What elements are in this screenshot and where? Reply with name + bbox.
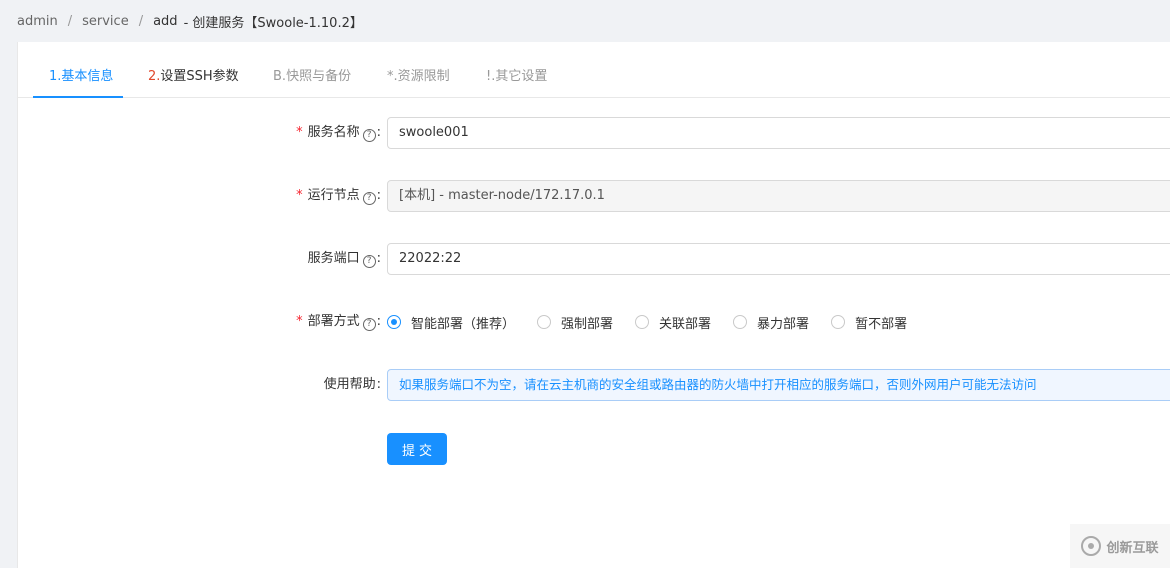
radio-no-deploy[interactable]: 暂不部署 [831,313,907,332]
radio-label: 智能部署（推荐） [411,316,516,332]
help-label: 使用帮助: [324,369,381,401]
tab-number: 1. [49,69,62,84]
radio-force-deploy[interactable]: 强制部署 [537,313,613,332]
tab-number: !. [486,69,496,84]
radio-circle[interactable] [387,315,401,329]
radio-label: 关联部署 [659,316,712,332]
label-colon: : [376,314,381,329]
breadcrumb-add: add [153,13,178,29]
form-row-run-node: * 运行节点?: [本机] - master-node/172.17.0.1 [18,180,1170,212]
radio-label: 强制部署 [561,316,614,332]
breadcrumb-separator: / [138,13,144,29]
breadcrumb-service[interactable]: service [82,14,129,29]
service-name-input[interactable]: swoole001 [387,117,1170,149]
radio-circle[interactable] [537,315,552,329]
page-title: - 创建服务【Swoole-1.10.2】 [183,15,363,31]
tab-other-settings[interactable]: !.其它设置 [470,42,563,98]
tab-snapshot-backup[interactable]: B.快照与备份 [257,42,367,98]
help-alert: 如果服务端口不为空，请在云主机商的安全组或路由器的防火墙中打开相应的服务端口，否… [387,369,1170,401]
tab-label: 其它设置 [495,69,548,84]
label-colon: : [376,125,381,140]
tab-number: B. [273,69,287,84]
watermark-text: 创新互联 [1106,540,1159,556]
radio-circle[interactable] [831,315,846,329]
question-circle-icon[interactable]: ? [362,318,376,331]
label-text: 使用帮助 [323,377,376,392]
question-circle-icon[interactable]: ? [362,255,376,268]
deploy-mode-radio-group: 智能部署（推荐） 强制部署 关联部署 暴力部署 暂不部署 [387,306,929,338]
submit-button[interactable]: 提交 [387,433,447,465]
watermark: 创新互联 [1070,524,1170,568]
tab-label: 设置SSH参数 [160,69,239,84]
step-tabs: 1.基本信息 2.设置SSH参数 B.快照与备份 *.资源限制 !.其它设置 [18,42,1170,98]
breadcrumb: admin / service / add - 创建服务【Swoole-1.10… [0,0,1170,42]
label-colon: : [376,188,381,203]
tab-basic-info[interactable]: 1.基本信息 [33,42,123,98]
required-mark: * [296,188,303,203]
label-text: 部署方式 [307,314,360,329]
deploy-mode-label: * 部署方式?: [296,306,381,338]
tab-number: *. [387,69,398,84]
label-text: 运行节点 [307,188,360,203]
question-circle-icon[interactable]: ? [362,192,376,205]
service-port-input[interactable]: 22022:22 [387,243,1170,275]
run-node-label: * 运行节点?: [296,180,381,212]
required-mark: * [296,314,303,329]
breadcrumb-separator: / [67,13,73,29]
label-text: 服务端口 [307,251,360,266]
tab-ssh-settings[interactable]: 2.设置SSH参数 [132,42,255,98]
tab-label: 资源限制 [397,69,450,84]
question-circle-icon[interactable]: ? [362,129,376,142]
tab-number: 2. [148,69,161,84]
radio-smart-deploy[interactable]: 智能部署（推荐） [387,313,515,332]
logo-icon [1081,536,1102,556]
radio-label: 暴力部署 [757,316,810,332]
form-row-service-name: * 服务名称?: swoole001 [18,117,1170,149]
form-row-help: 使用帮助: 如果服务端口不为空，请在云主机商的安全组或路由器的防火墙中打开相应的… [18,369,1170,401]
label-text: 服务名称 [307,125,360,140]
form-panel: 1.基本信息 2.设置SSH参数 B.快照与备份 *.资源限制 !.其它设置 *… [17,42,1170,568]
breadcrumb-admin[interactable]: admin [17,14,58,29]
tab-resource-limits[interactable]: *.资源限制 [371,42,466,98]
radio-linked-deploy[interactable]: 关联部署 [635,313,711,332]
label-colon: : [376,377,381,392]
run-node-input: [本机] - master-node/172.17.0.1 [387,180,1170,212]
label-colon: : [376,251,381,266]
radio-circle[interactable] [733,315,748,329]
required-mark: * [296,125,303,140]
radio-brute-deploy[interactable]: 暴力部署 [733,313,809,332]
tab-label: 快照与备份 [286,69,352,84]
radio-label: 暂不部署 [855,316,908,332]
radio-circle[interactable] [635,315,650,329]
form-row-deploy-mode: * 部署方式?: 智能部署（推荐） 强制部署 关联部署 暴力部署 暂不部署 [18,306,1170,338]
tab-label: 基本信息 [61,69,114,84]
service-port-label: 服务端口?: [308,243,381,275]
form-row-service-port: 服务端口?: 22022:22 [18,243,1170,275]
service-name-label: * 服务名称?: [296,117,381,149]
